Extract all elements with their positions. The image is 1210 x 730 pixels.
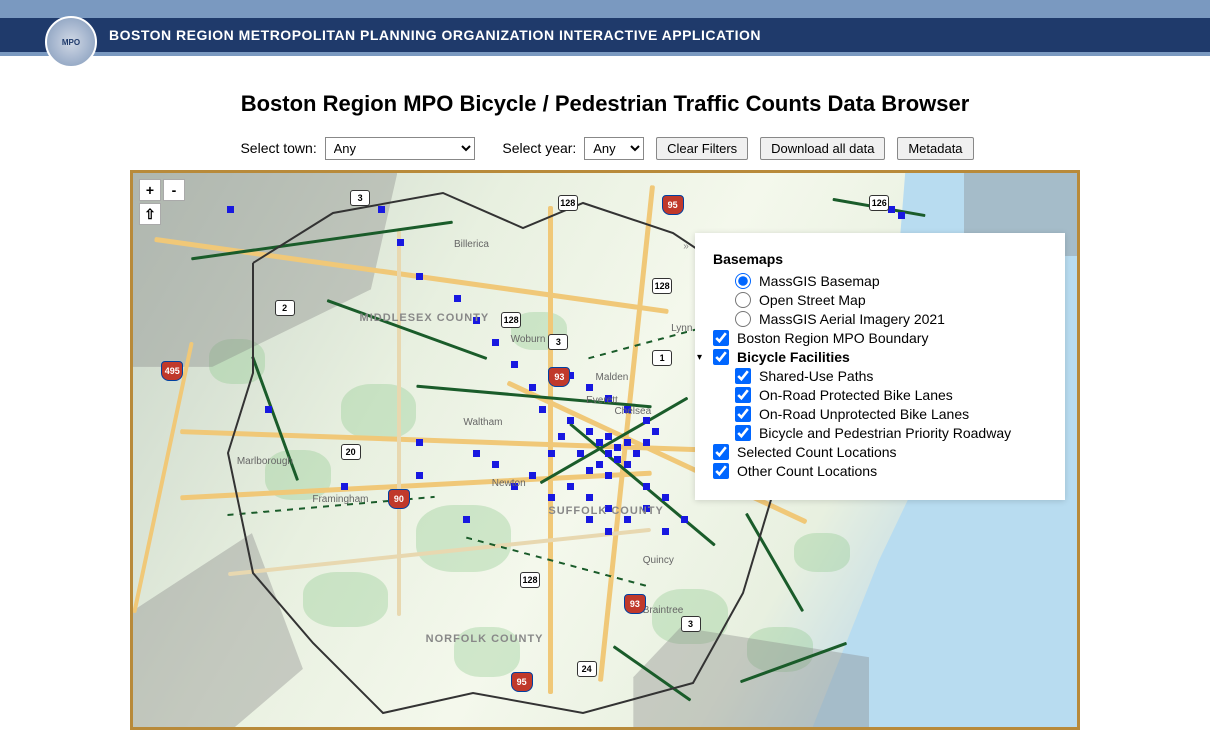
shield-interstate: 90 [388, 489, 410, 509]
town-label: Newton [492, 478, 526, 489]
shield-route: 128 [501, 312, 521, 328]
facility-checkbox[interactable] [735, 387, 751, 403]
header-bar: MPO BOSTON REGION METROPOLITAN PLANNING … [0, 18, 1210, 52]
facility-label: Shared-Use Paths [759, 368, 873, 384]
basemap-option[interactable]: MassGIS Basemap [713, 273, 1047, 289]
map-viewport[interactable]: MIDDLESEX COUNTY SUFFOLK COUNTY NORFOLK … [130, 170, 1080, 730]
basemap-label: MassGIS Aerial Imagery 2021 [759, 311, 945, 327]
basemaps-heading: Basemaps [713, 251, 1047, 267]
shield-interstate: 95 [511, 672, 533, 692]
shield-route: 3 [548, 334, 568, 350]
shield-route: 126 [869, 195, 889, 211]
shield-route: 20 [341, 444, 361, 460]
top-accent-bar [0, 0, 1210, 18]
boundary-checkbox[interactable] [713, 330, 729, 346]
facility-checkbox[interactable] [735, 425, 751, 441]
page-title: Boston Region MPO Bicycle / Pedestrian T… [0, 91, 1210, 117]
town-label: Everett [586, 395, 618, 406]
shield-route: 2 [275, 300, 295, 316]
county-label-norfolk: NORFOLK COUNTY [426, 633, 544, 646]
shield-route: 3 [681, 616, 701, 632]
shield-interstate: 93 [624, 594, 646, 614]
facility-checkbox[interactable] [735, 368, 751, 384]
facilities-label: Bicycle Facilities [737, 349, 850, 365]
basemap-label: MassGIS Basemap [759, 273, 880, 289]
shield-route: 128 [558, 195, 578, 211]
town-label: Braintree [643, 605, 684, 616]
county-label-suffolk: SUFFOLK COUNTY [548, 505, 663, 518]
layer-switcher-panel: » Basemaps MassGIS Basemap Open Street M… [695, 233, 1065, 500]
town-label: Billerica [454, 239, 489, 250]
town-label: Woburn [511, 334, 546, 345]
year-select[interactable]: Any [584, 137, 644, 160]
basemap-option[interactable]: MassGIS Aerial Imagery 2021 [713, 311, 1047, 327]
basemap-radio-massgis[interactable] [735, 273, 751, 289]
caret-down-icon[interactable]: ▾ [697, 352, 709, 363]
layer-row[interactable]: Bicycle and Pedestrian Priority Roadway [713, 425, 1047, 441]
layer-row[interactable]: On-Road Unprotected Bike Lanes [713, 406, 1047, 422]
layer-row-boundary[interactable]: Boston Region MPO Boundary [713, 330, 1047, 346]
shield-route: 128 [520, 572, 540, 588]
town-label: Quincy [643, 555, 674, 566]
town-label: Chelsea [614, 406, 651, 417]
selected-counts-checkbox[interactable] [713, 444, 729, 460]
other-counts-checkbox[interactable] [713, 463, 729, 479]
shield-route: 24 [577, 661, 597, 677]
town-label: Select town: [240, 140, 316, 156]
layer-row-other-counts[interactable]: Other Count Locations [713, 463, 1047, 479]
town-label: Framingham [312, 494, 368, 505]
other-counts-label: Other Count Locations [737, 463, 877, 479]
basemap-option[interactable]: Open Street Map [713, 292, 1047, 308]
shield-interstate: 93 [548, 367, 570, 387]
zoom-in-button[interactable]: + [139, 179, 161, 201]
zoom-home-button[interactable]: ⇧ [139, 203, 161, 225]
metadata-button[interactable]: Metadata [897, 137, 973, 160]
panel-collapse-icon[interactable]: » [677, 241, 693, 261]
shield-interstate: 495 [161, 361, 183, 381]
layer-group-facilities[interactable]: ▾ Bicycle Facilities [697, 349, 1047, 365]
basemap-radio-osm[interactable] [735, 292, 751, 308]
layer-row[interactable]: On-Road Protected Bike Lanes [713, 387, 1047, 403]
header-accent-bar [0, 52, 1210, 56]
town-label: Waltham [463, 417, 502, 428]
facilities-checkbox[interactable] [713, 349, 729, 365]
mpo-logo: MPO [45, 16, 97, 68]
selected-counts-label: Selected Count Locations [737, 444, 897, 460]
layer-row[interactable]: Shared-Use Paths [713, 368, 1047, 384]
filter-controls: Select town: Any Select year: Any Clear … [0, 137, 1210, 160]
year-label: Select year: [502, 140, 576, 156]
town-select[interactable]: Any [325, 137, 475, 160]
layer-row-selected-counts[interactable]: Selected Count Locations [713, 444, 1047, 460]
facility-checkbox[interactable] [735, 406, 751, 422]
town-label: Malden [596, 372, 629, 383]
facility-label: Bicycle and Pedestrian Priority Roadway [759, 425, 1011, 441]
clear-filters-button[interactable]: Clear Filters [656, 137, 748, 160]
shield-route: 128 [652, 278, 672, 294]
zoom-controls: + - ⇧ [139, 179, 185, 227]
town-label: Lynn [671, 323, 692, 334]
header-title: BOSTON REGION METROPOLITAN PLANNING ORGA… [109, 27, 761, 43]
basemap-label: Open Street Map [759, 292, 866, 308]
county-label-middlesex: MIDDLESEX COUNTY [360, 312, 490, 325]
shield-route: 1 [652, 350, 672, 366]
facility-label: On-Road Protected Bike Lanes [759, 387, 953, 403]
town-label: Marlborough [237, 456, 293, 467]
basemap-radio-aerial[interactable] [735, 311, 751, 327]
boundary-label: Boston Region MPO Boundary [737, 330, 928, 346]
facility-label: On-Road Unprotected Bike Lanes [759, 406, 969, 422]
shield-route: 3 [350, 190, 370, 206]
shield-interstate: 95 [662, 195, 684, 215]
download-all-button[interactable]: Download all data [760, 137, 885, 160]
zoom-out-button[interactable]: - [163, 179, 185, 201]
